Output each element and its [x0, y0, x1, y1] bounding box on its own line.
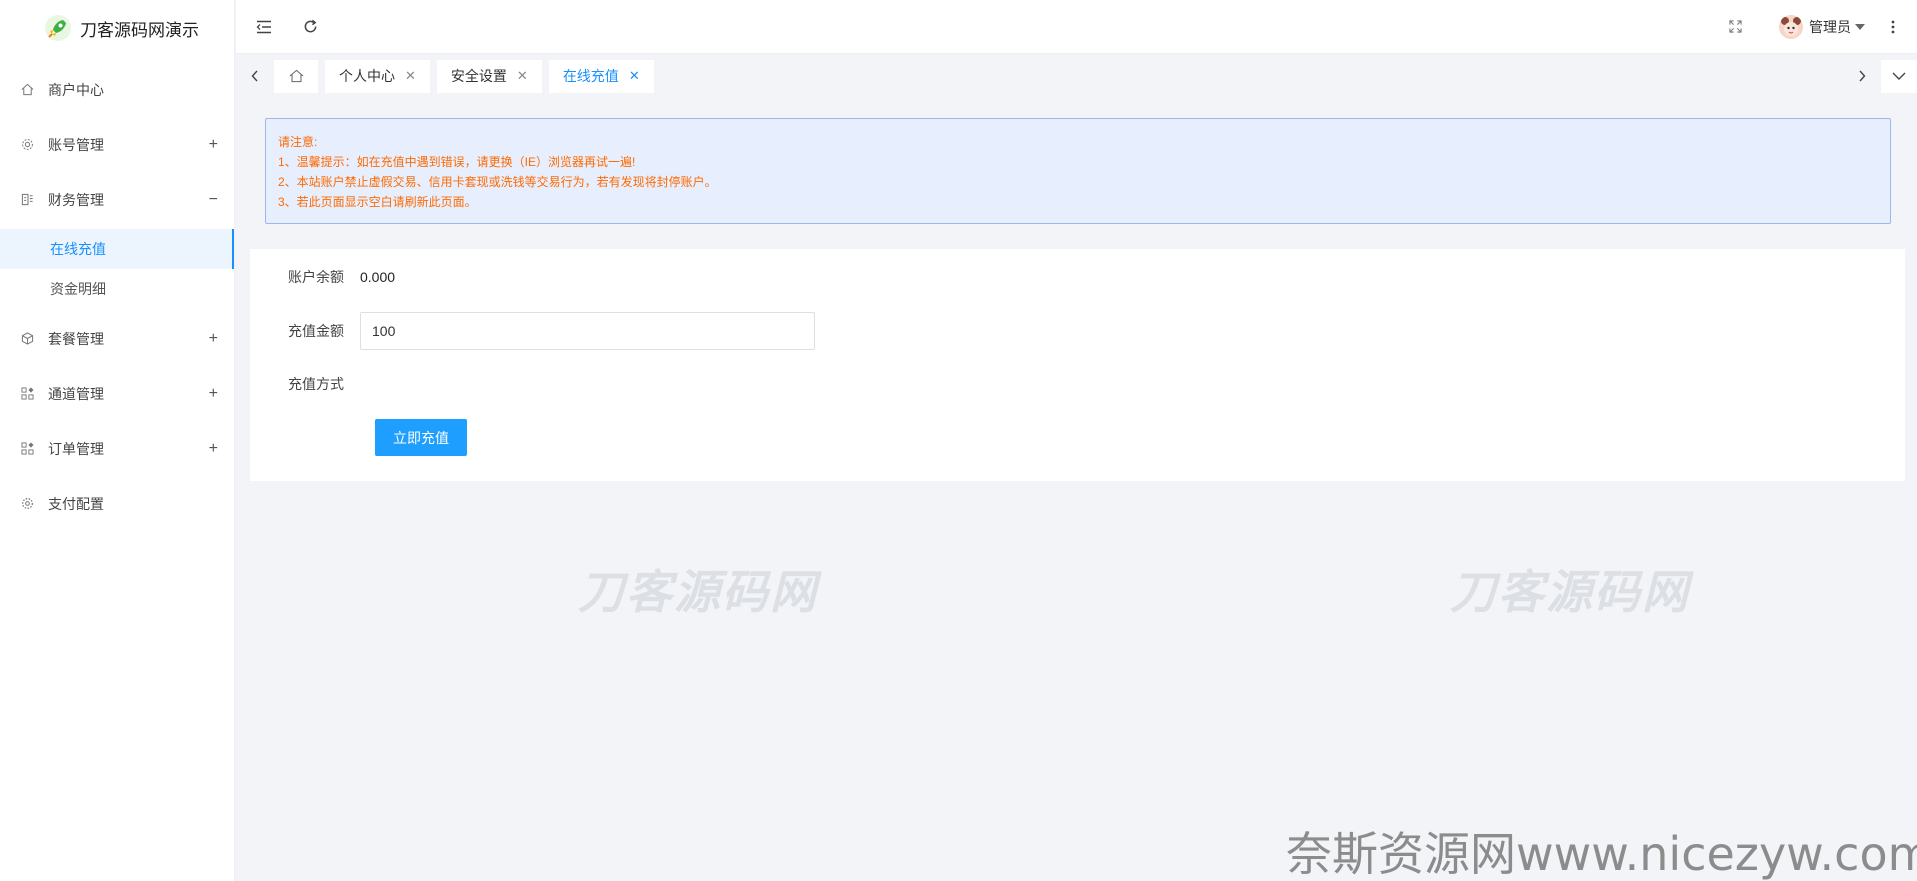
sidebar-item-order[interactable]: 订单管理 + — [0, 421, 234, 476]
amount-row: 充值金额 — [250, 312, 815, 350]
expand-icon: + — [208, 384, 218, 402]
sidebar-item-package[interactable]: 套餐管理 + — [0, 311, 234, 366]
user-name: 管理员 — [1809, 18, 1851, 35]
tabs-scroll-right-icon[interactable] — [1843, 56, 1881, 96]
finance-submenu: 在线充值 资金明细 — [0, 229, 234, 309]
gear-icon — [20, 138, 34, 152]
balance-row: 账户余额 0.000 — [250, 266, 395, 288]
package-icon — [20, 332, 34, 346]
menu-fold-icon[interactable] — [254, 17, 274, 37]
notice-line: 2、本站账户禁止虚假交易、信用卡套现或洗钱等交易行为，若有发现将封停账户。 — [278, 175, 717, 189]
notice-line: 3、若此页面显示空白请刷新此页面。 — [278, 195, 477, 209]
sidebar-item-online-recharge[interactable]: 在线充值 — [0, 229, 234, 269]
sidebar-item-label: 财务管理 — [48, 191, 104, 208]
amount-label: 充值金额 — [288, 323, 344, 339]
tab-security-settings[interactable]: 安全设置 ✕ — [436, 59, 542, 93]
home-icon — [20, 83, 34, 97]
more-vertical-icon[interactable] — [1883, 17, 1903, 37]
sidebar-item-label: 账号管理 — [48, 136, 104, 153]
method-row: 充值方式 — [250, 373, 360, 395]
brand-watermark: 刀客源码网 — [1450, 565, 1690, 619]
cog-icon — [20, 497, 34, 511]
balance-label: 账户余额 — [288, 269, 344, 285]
avatar — [1779, 14, 1803, 39]
sidebar-item-label: 商户中心 — [48, 81, 104, 98]
tab-personal-center[interactable]: 个人中心 ✕ — [325, 59, 430, 93]
sidebar-item-label: 通道管理 — [48, 385, 104, 402]
top-header: 管理员 — [236, 0, 1917, 54]
sidebar: 刀客源码网演示 商户中心 账号管理 + 财务管理 − 在线充值 资金明细 套餐管… — [0, 0, 235, 881]
sidebar-item-fund-details[interactable]: 资金明细 — [0, 269, 234, 309]
notice-title: 请注意: — [278, 135, 318, 149]
close-icon[interactable]: ✕ — [517, 68, 528, 84]
tab-label: 个人中心 — [339, 68, 395, 84]
logo[interactable]: 刀客源码网演示 — [0, 0, 234, 56]
home-icon — [289, 69, 303, 83]
site-watermark: 奈斯资源网www.nicezyw.com — [1286, 827, 1917, 881]
close-icon[interactable]: ✕ — [405, 68, 416, 84]
rocket-logo-icon — [45, 15, 71, 41]
tab-label: 安全设置 — [450, 68, 507, 84]
sidebar-item-label: 资金明细 — [50, 281, 106, 297]
sidebar-item-merchant-center[interactable]: 商户中心 — [0, 62, 234, 117]
notice-box: 请注意: 1、温馨提示：如在充值中遇到错误，请更换（IE）浏览器再试一遍! 2、… — [265, 118, 1891, 224]
close-icon[interactable]: ✕ — [629, 68, 640, 84]
refresh-icon[interactable] — [300, 17, 320, 37]
user-menu[interactable]: 管理员 — [1779, 14, 1865, 39]
method-label: 充值方式 — [288, 376, 344, 392]
tabs-scroll-left-icon[interactable] — [236, 56, 274, 96]
expand-icon: + — [208, 439, 218, 457]
amount-input[interactable] — [360, 312, 815, 350]
grid-icon — [20, 387, 34, 401]
brand-watermark: 刀客源码网 — [578, 565, 818, 619]
sidebar-item-channel[interactable]: 通道管理 + — [0, 366, 234, 421]
fullscreen-icon[interactable] — [1725, 17, 1745, 37]
sidebar-item-label: 支付配置 — [48, 495, 104, 512]
grid-icon — [20, 442, 34, 456]
tab-online-recharge[interactable]: 在线充值 ✕ — [548, 59, 654, 93]
recharge-form: 账户余额 0.000 充值金额 充值方式 立即充值 — [250, 249, 1905, 481]
tab-home[interactable] — [274, 59, 318, 93]
sidebar-item-label: 订单管理 — [48, 440, 104, 457]
page-tabs: 个人中心 ✕ 安全设置 ✕ 在线充值 ✕ — [236, 56, 1917, 96]
sidebar-item-label: 套餐管理 — [48, 330, 104, 347]
sidebar-item-label: 在线充值 — [50, 241, 106, 257]
notice-line: 1、温馨提示：如在充值中遇到错误，请更换（IE）浏览器再试一遍! — [278, 155, 636, 169]
sidebar-item-payment-config[interactable]: 支付配置 — [0, 476, 234, 531]
sidebar-item-account[interactable]: 账号管理 + — [0, 117, 234, 172]
sidebar-item-finance[interactable]: 财务管理 − — [0, 172, 234, 227]
tab-label: 在线充值 — [562, 68, 619, 84]
balance-value: 0.000 — [360, 269, 396, 285]
finance-icon — [20, 193, 34, 207]
collapse-icon: − — [208, 190, 218, 208]
expand-icon: + — [208, 329, 218, 347]
caret-down-icon — [1855, 23, 1865, 30]
recharge-now-button[interactable]: 立即充值 — [375, 419, 467, 456]
tabs-dropdown-icon[interactable] — [1881, 59, 1917, 93]
expand-icon: + — [208, 135, 218, 153]
logo-text: 刀客源码网演示 — [80, 20, 199, 40]
